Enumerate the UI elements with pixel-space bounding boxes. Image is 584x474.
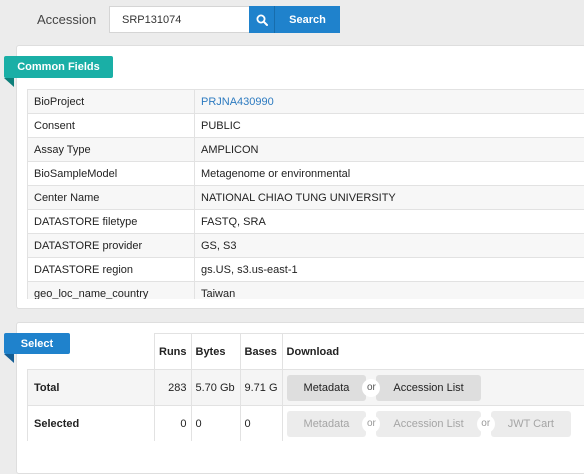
field-key: DATASTORE region: [27, 257, 195, 282]
field-value: NATIONAL CHIAO TUNG UNIVERSITY: [194, 185, 584, 210]
selected-download-group: Metadata or Accession List or JWT Cart: [286, 410, 584, 437]
field-key: BioSampleModel: [27, 161, 195, 186]
table-row: DATASTORE region gs.US, s3.us-east-1: [27, 257, 584, 282]
field-value: AMPLICON: [194, 137, 584, 162]
field-value: FASTQ, SRA: [194, 209, 584, 234]
search-icon: [256, 14, 268, 26]
search-button[interactable]: Search: [275, 6, 340, 33]
total-label: Total: [27, 369, 155, 406]
field-value: PUBLIC: [194, 113, 584, 138]
select-ribbon: Select: [4, 333, 70, 363]
total-bases: 9.71 G: [239, 369, 283, 406]
field-key: BioProject: [27, 89, 195, 114]
table-row: Consent PUBLIC: [27, 113, 584, 138]
selected-bases: 0: [239, 405, 283, 441]
bioproject-link[interactable]: PRJNA430990: [201, 96, 274, 108]
total-metadata-button[interactable]: Metadata: [286, 374, 367, 401]
common-fields-scroll-area[interactable]: BioProject PRJNA430990 Consent PUBLIC As…: [27, 89, 584, 299]
header-runs: Runs: [154, 333, 192, 370]
total-row: Total 283 5.70 Gb 9.71 G Metadata or Acc…: [27, 369, 584, 406]
total-bytes: 5.70 Gb: [190, 369, 241, 406]
table-row: BioProject PRJNA430990: [27, 89, 584, 114]
selected-label: Selected: [27, 405, 155, 441]
selected-metadata-button[interactable]: Metadata: [286, 410, 367, 437]
table-row: BioSampleModel Metagenome or environment…: [27, 161, 584, 186]
field-key: Consent: [27, 113, 195, 138]
select-table-area: Runs Bytes Bases Download Total 283 5.70…: [27, 333, 584, 441]
common-fields-ribbon: Common Fields: [4, 56, 113, 87]
header-bases: Bases: [239, 333, 283, 370]
table-row: Assay Type AMPLICON: [27, 137, 584, 162]
select-header-row: Runs Bytes Bases Download: [27, 333, 584, 370]
total-runs: 283: [154, 369, 192, 406]
field-key: Assay Type: [27, 137, 195, 162]
selected-bytes: 0: [190, 405, 241, 441]
field-key: geo_loc_name_country: [27, 281, 195, 299]
table-row: Center Name NATIONAL CHIAO TUNG UNIVERSI…: [27, 185, 584, 210]
field-key: Center Name: [27, 185, 195, 210]
selected-accession-list-button[interactable]: Accession List: [376, 410, 481, 437]
selected-download-cell: Metadata or Accession List or JWT Cart: [281, 405, 584, 441]
header-bytes: Bytes: [190, 333, 241, 370]
run-selector-page: Accession Search Common Fields BioProjec…: [0, 0, 584, 474]
field-value: Metagenome or environmental: [194, 161, 584, 186]
field-value: PRJNA430990: [194, 89, 584, 114]
common-fields-table: BioProject PRJNA430990 Consent PUBLIC As…: [27, 89, 584, 299]
or-separator: or: [362, 414, 381, 433]
field-value: Taiwan: [194, 281, 584, 299]
selected-runs: 0: [154, 405, 192, 441]
total-download-group: Metadata or Accession List: [286, 374, 584, 401]
search-icon-button[interactable]: [249, 6, 275, 33]
table-row: geo_loc_name_country Taiwan: [27, 281, 584, 299]
selected-row: Selected 0 0 0 Metadata or Accession Lis…: [27, 405, 584, 441]
field-value: GS, S3: [194, 233, 584, 258]
field-key: DATASTORE provider: [27, 233, 195, 258]
accession-input[interactable]: [109, 6, 249, 33]
total-download-cell: Metadata or Accession List: [281, 369, 584, 406]
or-separator: or: [476, 414, 495, 433]
field-value: gs.US, s3.us-east-1: [194, 257, 584, 282]
table-row: DATASTORE provider GS, S3: [27, 233, 584, 258]
header-download: Download: [281, 333, 584, 370]
select-table: Runs Bytes Bases Download Total 283 5.70…: [27, 333, 584, 441]
accession-label: Accession: [37, 12, 97, 27]
table-row: DATASTORE filetype FASTQ, SRA: [27, 209, 584, 234]
selected-jwt-cart-button[interactable]: JWT Cart: [490, 410, 571, 437]
or-separator: or: [362, 378, 381, 397]
total-accession-list-button[interactable]: Accession List: [376, 374, 481, 401]
field-key: DATASTORE filetype: [27, 209, 195, 234]
